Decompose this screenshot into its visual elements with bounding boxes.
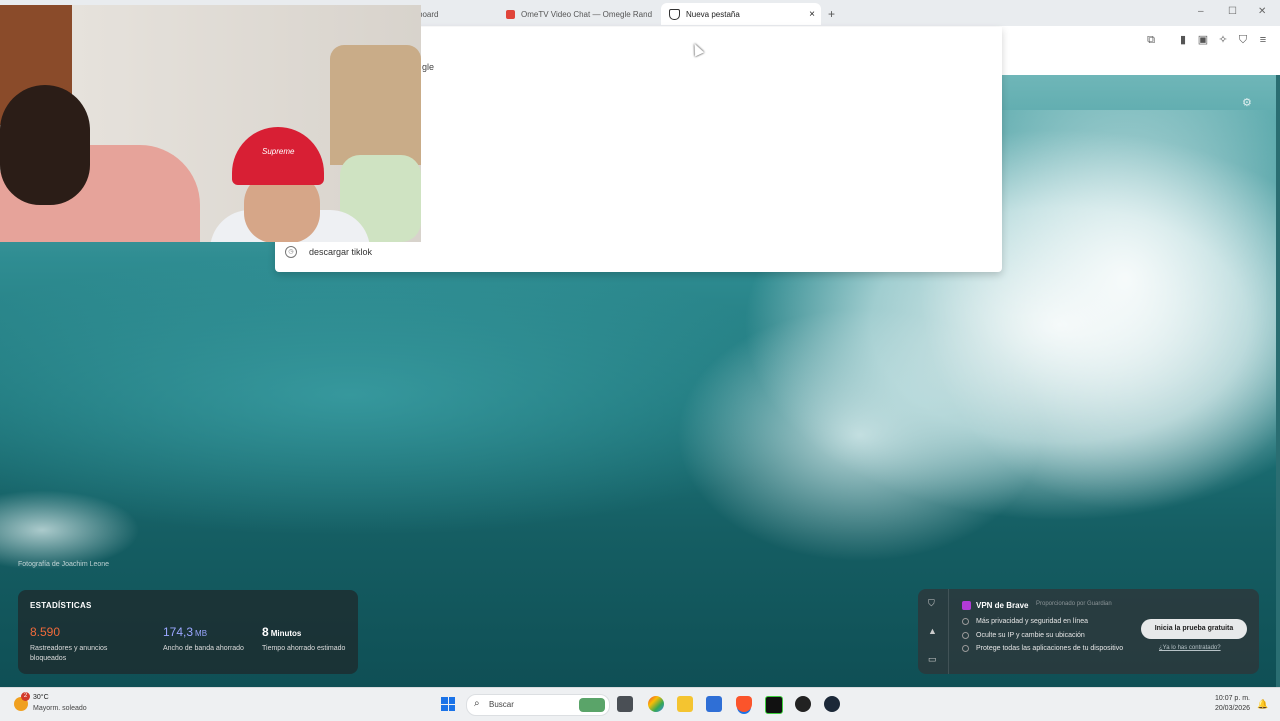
widget-switcher: ⛉ ▲ ▭	[918, 589, 949, 674]
close-window-icon[interactable]: ✕	[1258, 6, 1266, 17]
start-button[interactable]	[441, 697, 455, 711]
tab-label: Nueva pestaña	[686, 9, 740, 19]
tab-label: board	[418, 9, 439, 19]
task-view-icon[interactable]	[617, 696, 633, 712]
obs-icon[interactable]	[795, 696, 811, 712]
brave-vpn-logo-icon	[962, 601, 971, 610]
alert-tab-icon[interactable]: ▲	[928, 626, 937, 636]
search-placeholder: Buscar	[489, 700, 514, 709]
notification-bell-icon[interactable]: 🔔	[1257, 699, 1268, 710]
search-icon: ⌕	[474, 698, 480, 709]
stat-time: 8 Minutos Tiempo ahorrado estimado	[262, 623, 352, 654]
tab-label: OmeTV Video Chat — Omegle Rand	[521, 9, 653, 19]
stat-trackers: 8.590 Rastreadores y anuncios bloqueados	[30, 623, 120, 664]
brave-shield-icon	[669, 8, 680, 20]
tab-ometv[interactable]: OmeTV Video Chat — Omegle Rand	[498, 3, 658, 25]
stat-value: 174,3	[163, 625, 194, 639]
check-icon	[962, 645, 969, 652]
stat-desc: Ancho de banda ahorrado	[163, 645, 244, 652]
weather-badge: 2	[21, 692, 30, 701]
weather-condition[interactable]: Mayorm. soleado	[33, 705, 87, 712]
vpn-feature: Protege todas las aplicaciones de tu dis…	[962, 645, 1123, 652]
minimize-icon[interactable]: –	[1198, 6, 1204, 17]
weather-temperature[interactable]: 30°C	[33, 694, 49, 701]
store-icon[interactable]	[706, 696, 722, 712]
new-tab-button[interactable]: +	[828, 3, 844, 25]
already-purchased-link[interactable]: ¿Ya lo has contratado?	[1159, 645, 1221, 651]
stat-desc: Rastreadores y anuncios bloqueados	[30, 645, 108, 662]
tab-dashboard[interactable]: board	[418, 3, 496, 25]
clock-date: 20/03/2026	[1214, 705, 1250, 712]
stats-title: ESTADÍSTICAS	[30, 601, 92, 610]
steam-icon[interactable]	[824, 696, 840, 712]
menu-icon[interactable]: ≡	[1256, 33, 1270, 47]
brave-browser-icon[interactable]	[736, 696, 752, 712]
webcam-headboard	[330, 45, 421, 165]
vpn-feature-label: Más privacidad y seguridad en línea	[976, 618, 1089, 625]
check-icon	[962, 618, 969, 625]
history-icon: ◷	[285, 246, 297, 258]
check-icon	[962, 632, 969, 639]
cap-logo-text: Supreme	[262, 147, 295, 156]
customize-gear-icon[interactable]: ⚙	[1242, 96, 1252, 109]
photo-credit[interactable]: Fotografía de Joachim Leone	[18, 561, 109, 568]
suggestion-partial-text[interactable]: gle	[422, 62, 434, 72]
vpn-feature-label: Oculte su IP y cambie su ubicación	[976, 632, 1085, 639]
vpn-title: VPN de Brave	[976, 601, 1029, 610]
vpn-provider: Proporcionado por Guardian	[1036, 601, 1112, 607]
search-highlight-icon	[579, 698, 605, 712]
wave-foam-left	[0, 490, 140, 570]
maximize-icon[interactable]: ☐	[1228, 6, 1237, 17]
vpn-widget: ⛉ ▲ ▭ VPN de Brave Proporcionado por Gua…	[918, 589, 1259, 674]
wallet-icon[interactable]: ▣	[1196, 33, 1210, 47]
stat-unit: MB	[195, 629, 208, 638]
vpn-shield-icon[interactable]: ⛉	[1236, 33, 1250, 47]
stat-value: 8	[262, 625, 269, 639]
stat-desc: Tiempo ahorrado estimado	[262, 645, 346, 652]
vpn-feature: Más privacidad y seguridad en línea	[962, 618, 1088, 625]
close-tab-icon[interactable]: ×	[809, 9, 815, 20]
copilot-icon[interactable]	[648, 696, 664, 712]
screenshot-icon[interactable]: ⧉	[1144, 33, 1158, 47]
rewards-tab-icon[interactable]: ▭	[928, 654, 937, 665]
ometv-favicon-icon	[506, 9, 515, 19]
suggestion-label: descargar tiklok	[309, 247, 373, 257]
stat-bandwidth: 174,3 MB Ancho de banda ahorrado	[163, 623, 253, 654]
taskbar-search[interactable]: ⌕ Buscar	[466, 694, 610, 716]
person-left-head	[0, 85, 90, 205]
vpn-feature-label: Protege todas las aplicaciones de tu dis…	[976, 645, 1124, 652]
windows-taskbar	[0, 687, 1280, 721]
start-trial-button[interactable]: Inicia la prueba gratuita	[1141, 619, 1247, 639]
history-suggestion[interactable]: ◷ descargar tiklok	[285, 246, 372, 258]
stat-unit: Minutos	[270, 629, 302, 638]
clock-time: 10:07 p. m.	[1214, 695, 1250, 702]
leo-ai-icon[interactable]: ✧	[1216, 33, 1230, 47]
webcam-overlay: Supreme	[0, 5, 421, 242]
vpn-tab-icon[interactable]: ⛉	[928, 598, 935, 609]
taskbar-clock[interactable]: 10:07 p. m. 20/03/2026	[1208, 694, 1250, 714]
stat-value: 8.590	[30, 625, 61, 639]
kick-app-icon[interactable]	[765, 696, 783, 714]
stats-widget: ESTADÍSTICAS 8.590 Rastreadores y anunci…	[18, 590, 358, 674]
file-explorer-icon[interactable]	[677, 696, 693, 712]
vpn-feature: Oculte su IP y cambie su ubicación	[962, 632, 1085, 639]
tab-new-tab[interactable]: Nueva pestaña ×	[661, 3, 821, 25]
sidebar-icon[interactable]: ▮	[1176, 33, 1190, 47]
